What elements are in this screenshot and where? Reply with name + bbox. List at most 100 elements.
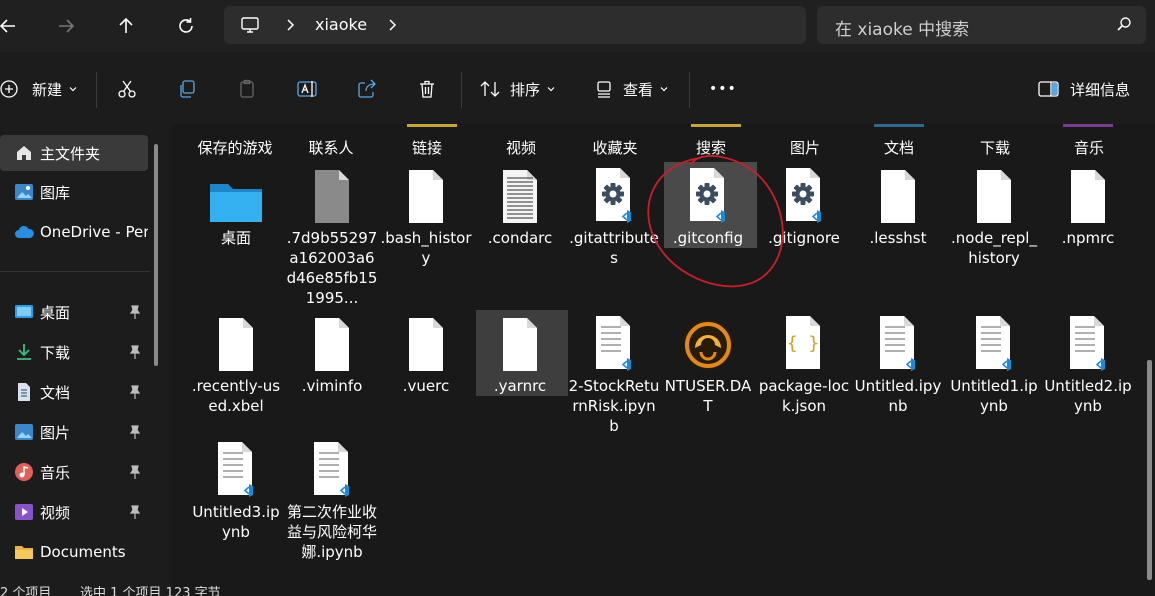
search-box[interactable]: 在 xiaoke 中搜索: [817, 6, 1146, 44]
top-folder-label[interactable]: 文档: [854, 137, 944, 158]
top-folder-label[interactable]: 视频: [476, 137, 566, 158]
item-count: 2 个项目: [0, 586, 52, 596]
computer-icon: [241, 17, 259, 33]
top-folder-label[interactable]: 下载: [950, 137, 1040, 158]
pin-icon[interactable]: [129, 505, 141, 519]
top-folder-label[interactable]: 联系人: [286, 137, 376, 158]
file-name: .recently-used.xbel: [191, 377, 281, 415]
new-button[interactable]: 新建: [0, 74, 78, 104]
sidebar-item-label: OneDrive - Per: [40, 223, 148, 241]
file-item[interactable]: Untitled1.ipynb: [948, 312, 1040, 416]
file-name: .gitattributes: [569, 229, 659, 267]
file-item[interactable]: .7d9b55297a162003a6d46e85fb151995...: [286, 164, 378, 308]
file-item[interactable]: .gitconfig: [662, 164, 754, 248]
sidebar-item-documents-folder[interactable]: Documents: [0, 534, 148, 570]
download-icon: [17, 344, 31, 360]
view-button[interactable]: 查看: [595, 74, 669, 104]
file-item[interactable]: .condarc: [474, 164, 566, 248]
file-name: .yarnrc: [493, 377, 547, 395]
details-pane-button[interactable]: 详细信息: [1038, 74, 1130, 104]
pin-icon[interactable]: [129, 385, 141, 399]
sidebar-item-videos[interactable]: 视频: [0, 494, 148, 530]
back-button[interactable]: [0, 10, 24, 42]
delete-button[interactable]: [417, 74, 437, 104]
top-folder-label[interactable]: 保存的游戏: [190, 137, 280, 158]
file-item[interactable]: .vuerc: [380, 312, 472, 396]
config-file-icon: [568, 164, 660, 224]
sidebar-item-label: 文档: [40, 383, 71, 402]
video-icon: [15, 504, 33, 520]
file-item[interactable]: .gitattributes: [568, 164, 660, 268]
ntuser-file-icon: [662, 312, 754, 372]
refresh-button[interactable]: [170, 10, 202, 42]
share-button[interactable]: [357, 74, 377, 104]
top-folder-label[interactable]: 音乐: [1044, 137, 1134, 158]
navigation-pane: 主文件夹 图库 OneDrive - Per 桌面 下载 文档 图片 音乐 视频…: [0, 124, 160, 596]
top-folder-label[interactable]: 收藏夹: [570, 137, 660, 158]
cut-button[interactable]: [117, 74, 137, 104]
breadcrumb-xiaoke[interactable]: xiaoke: [315, 15, 367, 34]
file-item[interactable]: .node_repl_history: [948, 164, 1040, 268]
folder-icon: [15, 546, 33, 559]
file-item[interactable]: 第二次作业收益与风险柯华娜.ipynb: [286, 438, 378, 562]
pin-icon[interactable]: [129, 425, 141, 439]
file-item[interactable]: .npmrc: [1042, 164, 1134, 248]
file-item[interactable]: .yarnrc: [474, 312, 566, 396]
forward-button[interactable]: [50, 10, 82, 42]
pin-icon[interactable]: [129, 345, 141, 359]
file-name: NTUSER.DAT: [664, 377, 752, 415]
plus-circle-icon: [0, 80, 18, 98]
content-scrollbar[interactable]: [1147, 360, 1152, 580]
file-item[interactable]: Untitled2.ipynb: [1042, 312, 1134, 416]
file-item[interactable]: .gitignore: [758, 164, 850, 248]
file-item[interactable]: NTUSER.DAT: [662, 312, 754, 416]
pin-icon[interactable]: [129, 465, 141, 479]
file-name: .condarc: [487, 229, 553, 247]
chevron-down-icon: [660, 87, 668, 92]
chevron-right-icon[interactable]: [386, 15, 400, 35]
blank-file-icon: [380, 164, 472, 224]
copy-button[interactable]: [177, 74, 197, 104]
details-label: 详细信息: [1070, 80, 1131, 99]
rename-button[interactable]: [297, 74, 319, 104]
toolbar-divider: [461, 72, 462, 108]
sidebar-item-gallery[interactable]: 图库: [0, 174, 148, 210]
more-options-button[interactable]: •••: [709, 74, 737, 104]
file-item[interactable]: Untitled3.ipynb: [190, 438, 282, 542]
file-item[interactable]: .recently-used.xbel: [190, 312, 282, 416]
top-folder-label[interactable]: 搜索: [666, 137, 756, 158]
chevron-down-icon: [547, 87, 555, 92]
sort-button[interactable]: 排序: [480, 74, 556, 104]
desktop-icon: [15, 305, 33, 318]
paste-button[interactable]: [237, 74, 257, 104]
file-item[interactable]: 桌面: [190, 164, 282, 248]
blank-file-icon: [1042, 164, 1134, 224]
file-name: Untitled3.ipynb: [192, 503, 280, 541]
sidebar-item-documents[interactable]: 文档: [0, 374, 148, 410]
back-arrow-icon: [0, 19, 15, 33]
file-item[interactable]: .viminfo: [286, 312, 378, 396]
top-folder-label[interactable]: 图片: [760, 137, 850, 158]
blank-file-icon: [190, 312, 282, 372]
view-icon: [597, 81, 611, 98]
sidebar-item-desktop[interactable]: 桌面: [0, 294, 148, 330]
sidebar-item-music[interactable]: 音乐: [0, 454, 148, 490]
sidebar-item-label: 下载: [40, 343, 71, 362]
pictures-icon: [15, 424, 33, 440]
file-item[interactable]: .lesshst: [852, 164, 944, 248]
command-bar: 新建 排序 查看 ••• 详细信息: [0, 52, 1155, 124]
address-bar[interactable]: xiaoke: [224, 6, 806, 44]
sidebar-item-pictures[interactable]: 图片: [0, 414, 148, 450]
file-item[interactable]: { } package-lock.json: [758, 312, 850, 416]
sidebar-item-downloads[interactable]: 下载: [0, 334, 148, 370]
sidebar-item-home[interactable]: 主文件夹: [0, 135, 148, 171]
sidebar-scrollbar[interactable]: [154, 144, 158, 366]
details-pane-icon: [1038, 81, 1059, 97]
file-item[interactable]: .bash_history: [380, 164, 472, 268]
sidebar-item-onedrive[interactable]: OneDrive - Per: [0, 214, 148, 250]
up-button[interactable]: [110, 10, 142, 42]
top-folder-label[interactable]: 链接: [382, 137, 472, 158]
file-item[interactable]: Untitled.ipynb: [852, 312, 944, 416]
file-item[interactable]: 2-StockReturnRisk.ipynb: [568, 312, 660, 436]
pin-icon[interactable]: [129, 305, 141, 319]
